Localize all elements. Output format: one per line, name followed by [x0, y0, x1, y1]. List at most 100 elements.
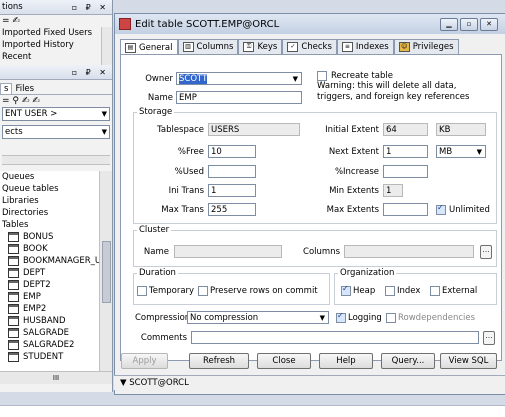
table-row[interactable]: EMP2 [6, 303, 112, 315]
pctused-input[interactable] [208, 165, 256, 178]
window-status-bar: ▼ SCOTT@ORCL [114, 375, 505, 390]
unlimited-checkbox[interactable] [436, 203, 446, 215]
panel-controls[interactable]: ▫ ₽ ✕ [72, 68, 109, 77]
table-icon [8, 279, 19, 290]
panel-title-bar: tions ▫ ₽ ✕ [0, 0, 112, 15]
tree-item-queue-tables[interactable]: Queue tables [0, 183, 112, 195]
tab-columns[interactable]: ▥ Columns [177, 39, 239, 54]
next-extent-unit-select[interactable]: MB [436, 145, 486, 158]
general-icon: ▤ [125, 42, 136, 53]
refresh-button[interactable]: Refresh [189, 353, 249, 369]
maximize-button[interactable]: ▫ [460, 18, 478, 31]
cluster-name-input[interactable] [174, 245, 282, 258]
min-extents-input[interactable]: 1 [383, 184, 403, 197]
table-row[interactable]: SALGRADE2 [6, 339, 112, 351]
pctincrease-label: %Increase [334, 167, 379, 177]
panel-controls[interactable]: ▫ ₽ ✕ [72, 3, 109, 12]
cluster-title: Cluster [137, 225, 172, 235]
status-connection[interactable]: ▼ SCOTT@ORCL [120, 378, 189, 388]
table-row[interactable]: EMP [6, 291, 112, 303]
keys-icon: ⚿ [243, 42, 255, 52]
tree-item-libraries[interactable]: Libraries [0, 195, 112, 207]
help-button[interactable]: Help [319, 353, 373, 369]
user-dropdown[interactable]: ENT USER > [2, 107, 110, 121]
tab-checks[interactable]: ✓ Checks [282, 39, 337, 54]
comments-input[interactable] [191, 331, 479, 344]
rowdependencies-checkbox[interactable] [386, 313, 396, 323]
next-extent-input[interactable]: 1 [383, 145, 428, 158]
object-type-dropdown[interactable]: ects [2, 125, 110, 139]
pctfree-input[interactable]: 10 [208, 145, 256, 158]
pin-toolbar[interactable]: = ✍ [0, 15, 112, 27]
panel-title: tions [2, 2, 23, 12]
table-row[interactable]: DEPT [6, 267, 112, 279]
max-extents-input[interactable] [383, 203, 428, 216]
heap-label: Heap [353, 286, 376, 296]
recreate-checkbox[interactable] [317, 71, 327, 81]
name-label: Name [147, 93, 173, 103]
initial-extent-unit[interactable]: KB [436, 123, 486, 136]
recent-item[interactable]: Imported Fixed Users [0, 27, 112, 39]
recent-item[interactable]: Imported History [0, 39, 112, 51]
tree-horizontal-scrollbar[interactable]: III [0, 371, 112, 384]
tablespace-input[interactable]: USERS [208, 123, 300, 136]
recent-item[interactable]: Recent [0, 51, 112, 63]
tab-general[interactable]: ▤ General [120, 39, 178, 55]
preserve-rows-checkbox[interactable] [198, 286, 208, 296]
minimize-button[interactable]: ▁ [440, 18, 458, 31]
tree-item-tables[interactable]: Tables [0, 219, 112, 231]
cluster-columns-input[interactable] [344, 245, 474, 258]
external-checkbox[interactable] [430, 286, 440, 296]
table-icon [8, 267, 19, 278]
pctincrease-input[interactable] [383, 165, 428, 178]
query-button[interactable]: Query... [381, 353, 435, 369]
compression-label: Compression [135, 313, 191, 323]
close-window-button[interactable]: ✕ [480, 18, 498, 31]
tree-item-directories[interactable]: Directories [0, 207, 112, 219]
close-button[interactable]: Close [257, 353, 311, 369]
cluster-columns-ellipsis-button[interactable]: … [480, 245, 492, 259]
recent-scrollbar[interactable] [101, 27, 112, 65]
organization-group: Organization Heap Index External [334, 268, 497, 305]
tree-item-queues[interactable]: Queues [0, 171, 112, 183]
tab-objects[interactable]: s [0, 83, 13, 94]
initial-extent-input[interactable]: 64 [383, 123, 428, 136]
tab-files[interactable]: Files [12, 84, 37, 94]
initrans-input[interactable]: 1 [208, 184, 256, 197]
search-bar[interactable] [2, 155, 110, 165]
comments-label: Comments [140, 333, 187, 343]
window-title-bar: Edit table SCOTT.EMP@ORCL ▁ ▫ ✕ [115, 14, 505, 34]
maxtrans-input[interactable]: 255 [208, 203, 256, 216]
next-extent-label: Next Extent [328, 147, 379, 157]
table-row[interactable]: HUSBAND [6, 315, 112, 327]
heap-checkbox[interactable] [341, 284, 351, 296]
owner-select[interactable]: SCOTT [176, 72, 302, 85]
table-row[interactable]: BONUS [6, 231, 112, 243]
privileges-icon: ☺ [398, 42, 410, 52]
recreate-label: Recreate table [331, 71, 393, 81]
table-row[interactable]: BOOKMANAGER_U [6, 255, 112, 267]
organization-title: Organization [338, 268, 397, 278]
name-input[interactable]: EMP [176, 91, 302, 104]
compression-select[interactable]: No compression [187, 311, 329, 324]
comments-ellipsis-button[interactable]: … [483, 331, 495, 345]
table-row[interactable]: SALGRADE [6, 327, 112, 339]
logging-label: Logging [348, 313, 382, 323]
table-row[interactable]: DEPT2 [6, 279, 112, 291]
index-checkbox[interactable] [385, 286, 395, 296]
tab-privileges[interactable]: ☺ Privileges [393, 39, 459, 54]
table-row[interactable]: STUDENT [6, 351, 112, 363]
scroll-thumb[interactable] [102, 241, 111, 303]
logging-checkbox[interactable] [336, 311, 346, 323]
tab-indexes[interactable]: ≡ Indexes [336, 39, 394, 54]
table-row[interactable]: BOOK [6, 243, 112, 255]
objects-toolbar[interactable]: = ⚲ ✍ ✍ [0, 95, 112, 107]
tab-keys[interactable]: ⚿ Keys [238, 39, 283, 54]
apply-button[interactable]: Apply [121, 353, 168, 369]
outer-status-strip [0, 405, 505, 417]
view-sql-button[interactable]: View SQL [440, 353, 497, 369]
tree-vertical-scrollbar[interactable] [99, 171, 112, 371]
pctfree-label: %Free [177, 147, 204, 157]
tab-strip: ▤ General ▥ Columns ⚿ Keys ✓ Checks ≡ Indexes… [120, 39, 459, 55]
temporary-checkbox[interactable] [137, 286, 147, 296]
